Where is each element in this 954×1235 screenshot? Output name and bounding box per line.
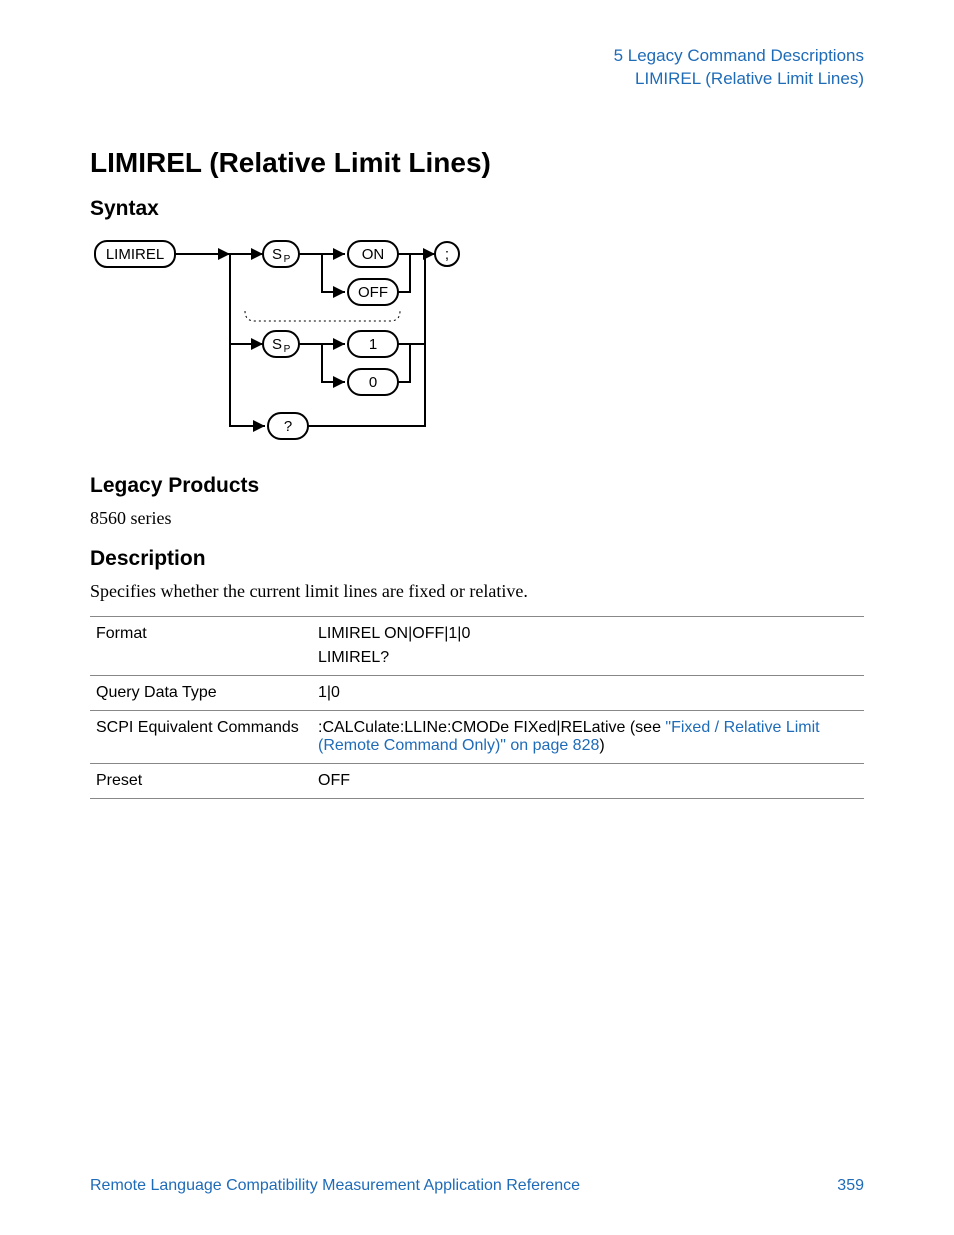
page-title: LIMIREL (Relative Limit Lines) [90,147,864,179]
diagram-sp1-sub: P [284,254,291,265]
footer-doc-title: Remote Language Compatibility Measuremen… [90,1177,580,1194]
value-prefix: :CALCulate:LLINe:CMODe FIXed|RELative (s… [318,719,665,736]
value-line: LIMIREL ON|OFF|1|0 [318,625,470,642]
row-label: SCPI Equivalent Commands [90,710,312,763]
diagram-query: ? [284,418,292,435]
diagram-one: 1 [369,336,377,353]
description-body: Specifies whether the current limit line… [90,581,864,602]
diagram-cmd: LIMIREL [106,246,164,263]
diagram-sp1: S [272,246,282,263]
section-legacy-products: Legacy Products [90,474,864,498]
table-row: Query Data Type 1|0 [90,675,864,710]
row-label: Query Data Type [90,675,312,710]
value-line: LIMIREL? [318,649,858,667]
page-footer: Remote Language Compatibility Measuremen… [90,1177,864,1195]
row-value: LIMIREL ON|OFF|1|0 LIMIREL? [312,616,864,675]
row-value: OFF [312,763,864,798]
table-row: Preset OFF [90,763,864,798]
table-row: SCPI Equivalent Commands :CALCulate:LLIN… [90,710,864,763]
row-label: Preset [90,763,312,798]
syntax-diagram: LIMIREL S P ON OFF ; [90,231,864,456]
diagram-sp2: S [272,336,282,353]
header-chapter: 5 Legacy Command Descriptions [90,45,864,68]
table-row: Format LIMIREL ON|OFF|1|0 LIMIREL? [90,616,864,675]
diagram-zero: 0 [369,374,377,391]
row-label: Format [90,616,312,675]
section-syntax: Syntax [90,197,864,221]
legacy-products-body: 8560 series [90,508,864,529]
row-value: :CALCulate:LLINe:CMODe FIXed|RELative (s… [312,710,864,763]
spec-table: Format LIMIREL ON|OFF|1|0 LIMIREL? Query… [90,616,864,799]
diagram-on: ON [362,246,385,263]
diagram-sp2-sub: P [284,344,291,355]
value-suffix: ) [599,737,604,754]
header-topic: LIMIREL (Relative Limit Lines) [90,68,864,91]
footer-page-number: 359 [837,1177,864,1195]
diagram-term: ; [445,246,449,263]
page: 5 Legacy Command Descriptions LIMIREL (R… [0,0,954,1235]
section-description: Description [90,547,864,571]
row-value: 1|0 [312,675,864,710]
running-header: 5 Legacy Command Descriptions LIMIREL (R… [90,45,864,91]
diagram-off: OFF [358,284,388,301]
syntax-svg: LIMIREL S P ON OFF ; [90,231,460,451]
